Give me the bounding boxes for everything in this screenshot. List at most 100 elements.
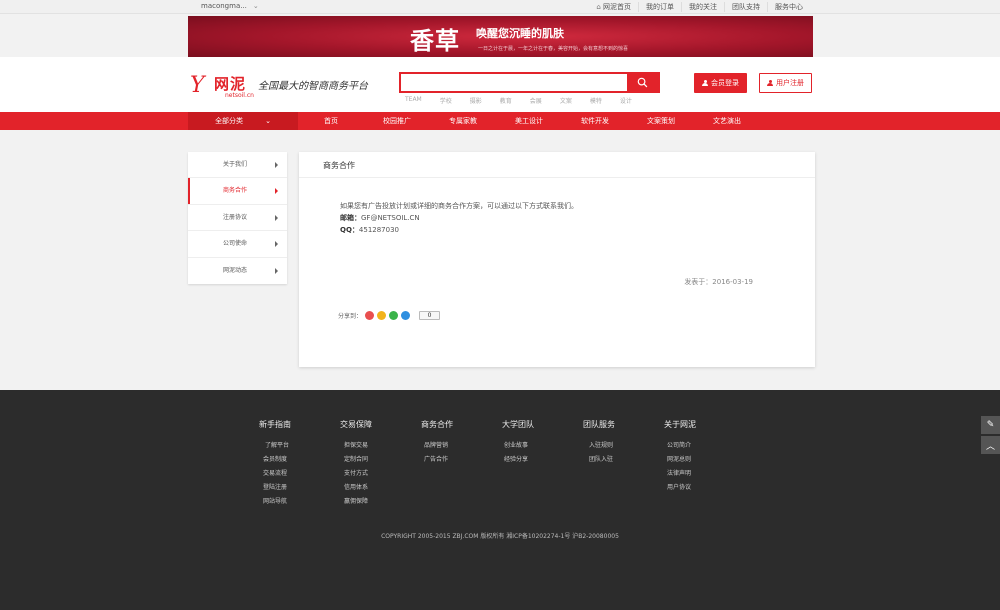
back-to-top-button[interactable]: ︿: [981, 436, 1000, 454]
footer-link[interactable]: 登陆注册: [259, 482, 319, 496]
sidebar-item-mission[interactable]: 公司使命: [188, 231, 287, 258]
footer-link[interactable]: 品牌营销: [421, 440, 481, 454]
search-button[interactable]: [627, 74, 658, 91]
footer-link[interactable]: 定制合同: [340, 454, 400, 468]
hot-keywords: TEAM 学校 摄影 教育 会展 文案 模特 设计: [405, 96, 650, 105]
caret-right-icon: [275, 188, 278, 195]
footer-link[interactable]: 了解平台: [259, 440, 319, 454]
footer: 新手指南 了解平台 会员制度 交易流程 登陆注册 网站导航 交易保障 担保交易 …: [0, 390, 1000, 610]
hotword[interactable]: 文案: [560, 96, 572, 105]
footer-column-title: 大学团队: [502, 420, 534, 429]
all-categories-button[interactable]: 全部分类 ⌄: [188, 112, 298, 130]
footer-link[interactable]: 经验分享: [502, 454, 562, 468]
footer-link[interactable]: 支付方式: [340, 468, 400, 482]
email-value: GF@NETSOIL.CN: [361, 214, 420, 222]
top-link-orders[interactable]: 我的订单: [638, 2, 681, 12]
nav-item-performance[interactable]: 文艺演出: [694, 112, 760, 130]
hotword[interactable]: 模特: [590, 96, 602, 105]
sidebar-item-agreement[interactable]: 注册协议: [188, 205, 287, 232]
footer-link[interactable]: 信用体系: [340, 482, 400, 496]
nav-item-copywriting[interactable]: 文案策划: [628, 112, 694, 130]
hotword[interactable]: 设计: [620, 96, 632, 105]
footer-column-title: 商务合作: [421, 420, 453, 429]
nav-item-design[interactable]: 美工设计: [496, 112, 562, 130]
caret-right-icon: [275, 162, 278, 168]
site-logo[interactable]: Y 网泥 netsoil.cn: [190, 71, 260, 103]
qzone-share-icon[interactable]: [377, 311, 387, 320]
banner-title: 香草: [410, 26, 460, 55]
feedback-button[interactable]: ✎: [981, 416, 1000, 434]
ad-banner[interactable]: 香草 唤醒您沉睡的肌肤 一日之计在于晨，一年之计在于春，美容开始，会有意想不到的…: [188, 16, 813, 57]
sidebar-item-about[interactable]: 关于我们: [188, 152, 287, 179]
hotword[interactable]: 摄影: [470, 96, 482, 105]
caret-right-icon: [275, 267, 278, 274]
search-input[interactable]: [401, 74, 628, 91]
user-icon: [702, 79, 708, 87]
footer-link[interactable]: 用户协议: [664, 482, 724, 496]
footer-column-about: 关于网泥 公司简介 网泥总则 法律声明 用户协议: [664, 419, 724, 496]
sidebar-item-label: 注册协议: [223, 213, 248, 221]
footer-column-trade: 交易保障 担保交易 定制合同 支付方式 信用体系 赢佣保障: [340, 419, 400, 510]
copyright: COPYRIGHT 2005-2015 ZBJ.COM 版权所有 湘ICP备10…: [381, 533, 619, 540]
email-label: 邮箱：: [340, 214, 361, 222]
hotword[interactable]: TEAM: [405, 96, 422, 105]
footer-link[interactable]: 交易流程: [259, 468, 319, 482]
user-menu[interactable]: macongma... ⌄: [201, 2, 259, 10]
member-login-button[interactable]: 会员登录: [694, 73, 747, 93]
top-link-service-center[interactable]: 服务中心: [767, 2, 810, 12]
nav-item-campus[interactable]: 校园推广: [364, 112, 430, 130]
qq-line: QQ：451287030: [340, 225, 399, 235]
footer-link[interactable]: 公司简介: [664, 440, 724, 454]
nav-items: 首页 校园推广 专属家教 美工设计 软件开发 文案策划 文艺演出: [298, 112, 760, 130]
caret-right-icon: [275, 214, 278, 221]
footer-link[interactable]: 创业故事: [502, 440, 562, 454]
nav-item-tutor[interactable]: 专属家教: [430, 112, 496, 130]
share-bar: 分享到： 0: [338, 311, 441, 320]
header: Y 网泥 netsoil.cn 全国最大的智商商务平台 TEAM 学校 摄影 教…: [0, 57, 1000, 112]
footer-column-title: 团队服务: [583, 420, 615, 429]
user-register-button[interactable]: 用户注册: [759, 73, 812, 93]
nav-item-software[interactable]: 软件开发: [562, 112, 628, 130]
top-link-team-support[interactable]: 团队支持: [724, 2, 767, 12]
weibo-share-icon[interactable]: [365, 311, 375, 320]
footer-link[interactable]: 法律声明: [664, 468, 724, 482]
nav-item-home[interactable]: 首页: [298, 112, 364, 130]
footer-link[interactable]: 入驻规则: [583, 440, 643, 454]
caret-right-icon: [275, 241, 278, 248]
hotword[interactable]: 会展: [530, 96, 542, 105]
publish-date: 发表于：2016-03-19: [684, 278, 753, 286]
footer-link[interactable]: 会员制度: [259, 454, 319, 468]
footer-link[interactable]: 团队入驻: [583, 454, 643, 468]
hotword[interactable]: 学校: [440, 96, 452, 105]
tagline: 全国最大的智商商务平台: [258, 81, 368, 92]
content-panel: 商务合作 如果您有广告投放计划或详细的商务合作方案，可以通过以下方式联系我们。 …: [299, 152, 815, 367]
top-link-follow[interactable]: 我的关注: [681, 2, 724, 12]
banner-subtext: 一日之计在于晨，一年之计在于春，美容开始，会有意想不到的惊喜: [478, 46, 629, 52]
search-box: [399, 72, 660, 93]
footer-column-business: 商务合作 品牌营销 广告合作: [421, 419, 481, 468]
sidebar-item-label: 公司使命: [223, 240, 248, 248]
chevron-up-icon: ︿: [985, 441, 995, 452]
sidebar-item-news[interactable]: 网泥动态: [188, 258, 287, 284]
sidebar-item-label: 商务合作: [223, 187, 248, 195]
footer-link[interactable]: 网泥总则: [664, 454, 724, 468]
renren-share-icon[interactable]: [401, 311, 411, 320]
email-line: 邮箱：GF@NETSOIL.CN: [340, 213, 420, 223]
footer-link[interactable]: 广告合作: [421, 454, 481, 468]
footer-column-title: 交易保障: [340, 420, 372, 429]
wechat-share-icon[interactable]: [389, 311, 399, 320]
sidebar-item-business[interactable]: 商务合作: [188, 178, 287, 205]
footer-link[interactable]: 网站导航: [259, 496, 319, 510]
logo-name: 网泥: [214, 75, 247, 93]
hotword[interactable]: 教育: [500, 96, 512, 105]
qq-value: 451287030: [358, 226, 399, 234]
footer-column-university: 大学团队 创业故事 经验分享: [502, 419, 562, 468]
all-categories-label: 全部分类: [215, 117, 244, 125]
chevron-down-icon: ⌄: [265, 117, 271, 125]
footer-link[interactable]: 赢佣保障: [340, 496, 400, 510]
chevron-down-icon: ⌄: [252, 2, 259, 10]
top-link-home[interactable]: 网泥首页: [589, 2, 638, 12]
footer-link[interactable]: 担保交易: [340, 440, 400, 454]
page-title: 商务合作: [323, 161, 355, 170]
share-label: 分享到：: [338, 313, 363, 320]
